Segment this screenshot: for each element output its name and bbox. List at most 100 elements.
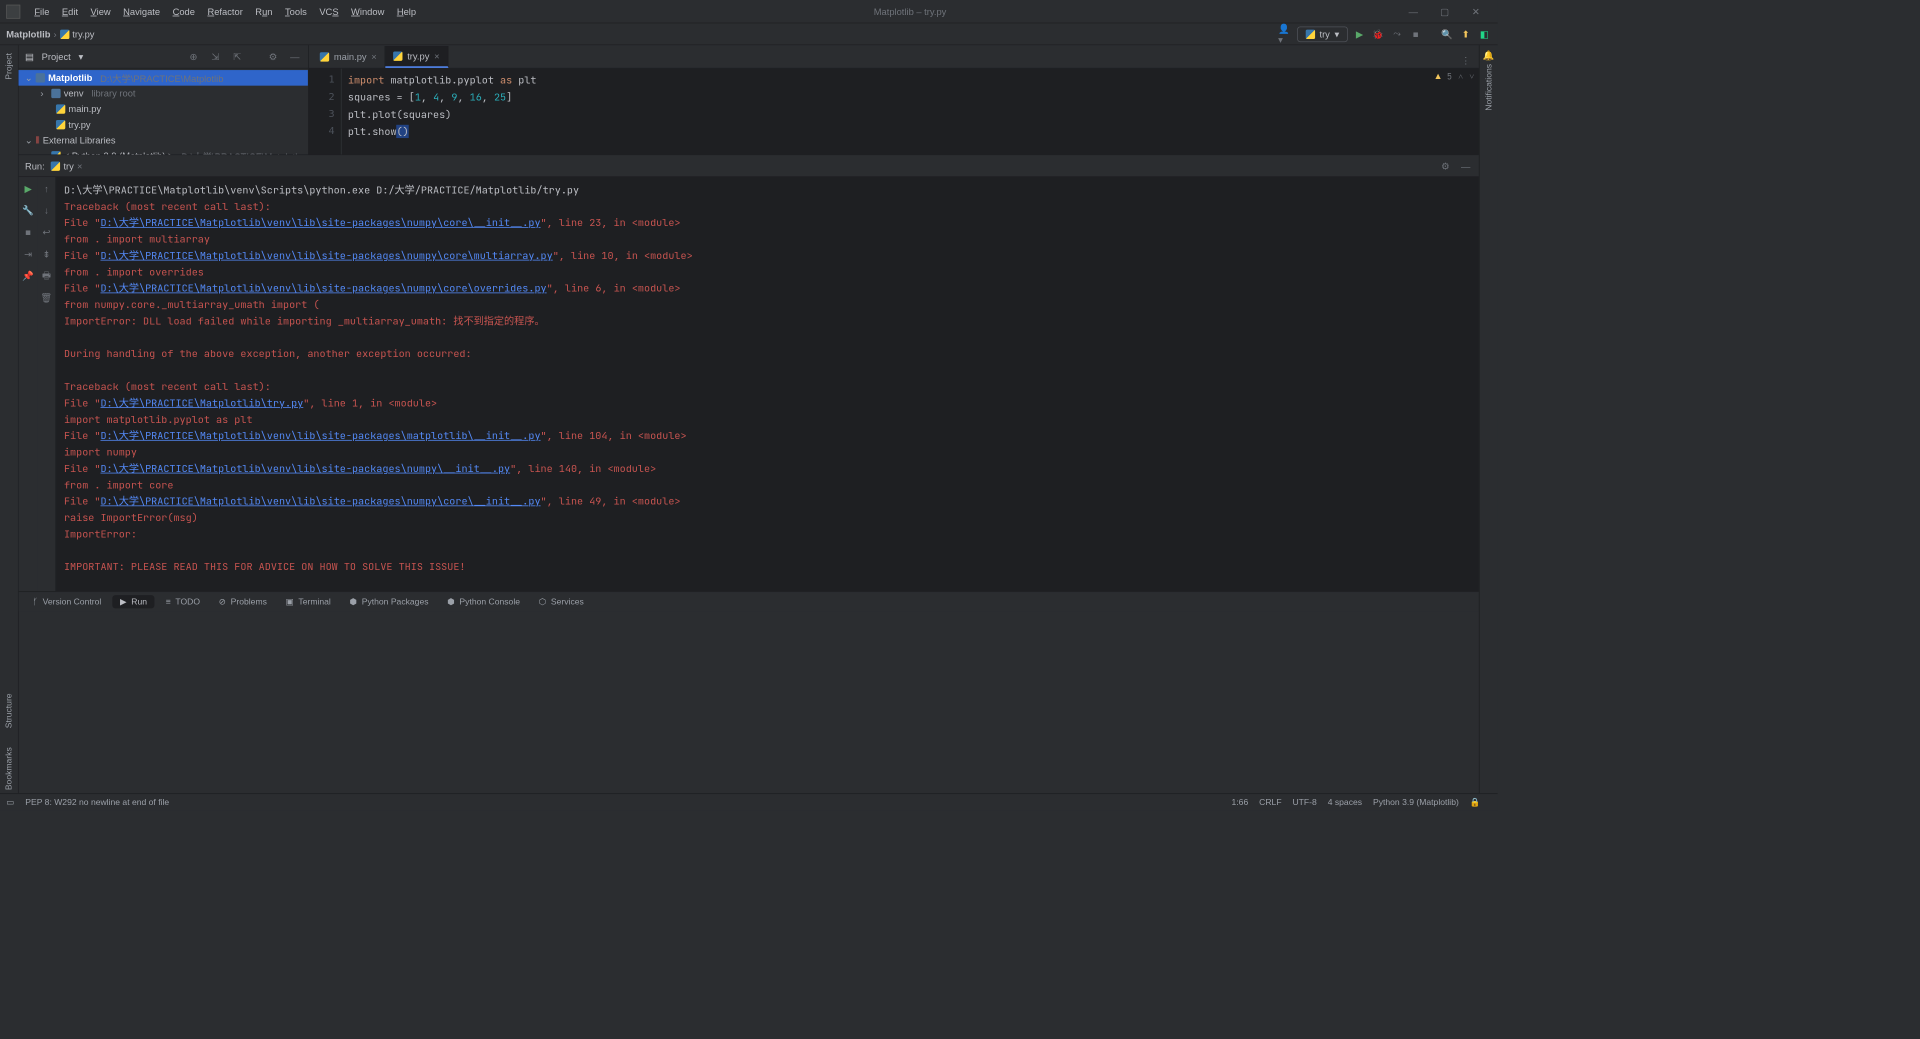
exit-icon[interactable]: ⇥ xyxy=(21,247,35,261)
tooltab-problems[interactable]: ⊘Problems xyxy=(211,595,275,608)
bookmarks-tool-button[interactable]: Bookmarks xyxy=(4,744,13,793)
tree-root-path: D:\大学\PRACTICE\Matplotlib xyxy=(100,71,223,84)
file-link[interactable]: D:\大学\PRACTICE\Matplotlib\venv\lib\site-… xyxy=(100,249,552,262)
tooltab-services[interactable]: ⬡Services xyxy=(531,595,592,608)
rerun-icon[interactable]: ▶ xyxy=(21,182,35,196)
file-link[interactable]: D:\大学\PRACTICE\Matplotlib\venv\lib\site-… xyxy=(100,216,540,229)
tooltab-terminal[interactable]: ▣Terminal xyxy=(278,595,339,608)
run-config-label: try xyxy=(1319,28,1329,39)
tooltab-todo[interactable]: ≡TODO xyxy=(158,596,208,608)
scroll-end-icon[interactable]: ⇟ xyxy=(39,247,53,261)
project-tool-button[interactable]: Project xyxy=(4,50,13,83)
notifications-tool-button[interactable]: Notifications xyxy=(1484,61,1493,114)
ide-updates-icon[interactable]: ⬆ xyxy=(1459,27,1473,41)
debug-button[interactable]: 🐞 xyxy=(1371,27,1385,41)
hide-icon[interactable]: — xyxy=(288,50,302,64)
interpreter[interactable]: Python 3.9 (Matplotlib) xyxy=(1373,798,1459,807)
run-config-selector[interactable]: try ▾ xyxy=(1297,26,1348,42)
code-editor[interactable]: ▲5 ˄ ˅ 1 2 3 4 import matplotlib.pyplot … xyxy=(309,69,1479,155)
user-icon[interactable]: 👤▾ xyxy=(1278,27,1292,41)
close-button[interactable]: ✕ xyxy=(1460,0,1491,23)
project-tree[interactable]: ⌄ Matplotlib D:\大学\PRACTICE\Matplotlib ›… xyxy=(19,69,308,155)
lock-icon[interactable]: 🔒 xyxy=(1470,797,1481,807)
code-with-me-icon[interactable]: ◧ xyxy=(1477,27,1491,41)
search-icon[interactable]: 🔍 xyxy=(1440,27,1454,41)
editor-more-icon[interactable]: ⋮ xyxy=(1459,54,1473,68)
gear-icon[interactable]: ⚙ xyxy=(1438,159,1452,173)
play-icon: ▶ xyxy=(120,597,127,607)
stop-button[interactable]: ■ xyxy=(1409,27,1423,41)
run-config-tab[interactable]: try× xyxy=(51,160,82,171)
pin-icon[interactable]: 📌 xyxy=(21,269,35,283)
breadcrumb-file[interactable]: try.py xyxy=(60,28,95,39)
editor-tab-try[interactable]: try.py× xyxy=(385,46,448,68)
cursor-position[interactable]: 1:66 xyxy=(1232,798,1249,807)
file-link[interactable]: D:\大学\PRACTICE\Matplotlib\venv\lib\site-… xyxy=(100,282,546,295)
encoding[interactable]: UTF-8 xyxy=(1292,798,1316,807)
menu-vcs[interactable]: VCS xyxy=(313,3,345,20)
collapse-all-icon[interactable]: ⇱ xyxy=(230,50,244,64)
chevron-down-icon[interactable]: ▾ xyxy=(79,51,84,62)
console-line: raise ImportError(msg) xyxy=(64,509,1471,525)
menu-help[interactable]: Help xyxy=(391,3,423,20)
menu-file[interactable]: File xyxy=(28,3,56,20)
down-icon[interactable]: ↓ xyxy=(39,204,53,218)
trash-icon[interactable]: 🗑 xyxy=(39,291,53,305)
tree-main-py[interactable]: main.py xyxy=(19,101,308,117)
code-content[interactable]: import matplotlib.pyplot as pltsquares =… xyxy=(342,69,1479,155)
console-output[interactable]: D:\大学\PRACTICE\Matplotlib\venv\Scripts\p… xyxy=(56,177,1479,591)
console-line: from numpy.core._multiarray_umath import… xyxy=(64,296,1471,312)
file-link[interactable]: D:\大学\PRACTICE\Matplotlib\try.py xyxy=(100,396,303,409)
chevron-down-icon[interactable]: ˅ xyxy=(1469,72,1474,83)
tree-root[interactable]: ⌄ Matplotlib D:\大学\PRACTICE\Matplotlib xyxy=(19,70,308,86)
warning-icon[interactable]: ▲ xyxy=(1435,72,1440,83)
file-link[interactable]: D:\大学\PRACTICE\Matplotlib\venv\lib\site-… xyxy=(100,429,540,442)
close-icon[interactable]: × xyxy=(371,51,376,62)
tooltab-pyconsole[interactable]: ⬢Python Console xyxy=(439,595,527,608)
run-button[interactable]: ▶ xyxy=(1353,27,1367,41)
bc-file-label: try.py xyxy=(72,28,94,39)
tooltab-run[interactable]: ▶Run xyxy=(112,595,155,608)
breadcrumb-project[interactable]: Matplotlib xyxy=(6,28,50,39)
file-link[interactable]: D:\大学\PRACTICE\Matplotlib\venv\lib\site-… xyxy=(100,462,510,475)
python-icon: ⬢ xyxy=(447,597,454,607)
menu-edit[interactable]: Edit xyxy=(56,3,85,20)
maximize-button[interactable]: ▢ xyxy=(1429,0,1460,23)
tree-external-libs[interactable]: ⌄ ⫴ External Libraries xyxy=(19,133,308,149)
print-icon[interactable]: 🖶 xyxy=(39,269,53,283)
menu-window[interactable]: Window xyxy=(345,3,391,20)
menu-view[interactable]: View xyxy=(84,3,117,20)
coverage-button[interactable]: ⤳ xyxy=(1390,27,1404,41)
bottom-tool-tabs: ᚶVersion Control ▶Run ≡TODO ⊘Problems ▣T… xyxy=(19,591,1479,611)
line-ending[interactable]: CRLF xyxy=(1259,798,1281,807)
stop-icon[interactable]: ■ xyxy=(21,225,35,239)
line-number: 1 xyxy=(309,72,335,89)
wrench-icon[interactable]: 🔧 xyxy=(21,204,35,218)
close-icon[interactable]: × xyxy=(434,51,439,62)
menu-tools[interactable]: Tools xyxy=(279,3,313,20)
soft-wrap-icon[interactable]: ↩ xyxy=(39,225,53,239)
tree-venv[interactable]: › venv library root xyxy=(19,86,308,102)
menu-navigate[interactable]: Navigate xyxy=(117,3,166,20)
indent[interactable]: 4 spaces xyxy=(1328,798,1362,807)
gear-icon[interactable]: ⚙ xyxy=(266,50,280,64)
close-icon[interactable]: × xyxy=(77,160,82,171)
minimize-button[interactable]: — xyxy=(1398,0,1429,23)
menu-refactor[interactable]: Refactor xyxy=(201,3,249,20)
tooltab-vcs[interactable]: ᚶVersion Control xyxy=(25,596,109,608)
up-icon[interactable]: ↑ xyxy=(39,182,53,196)
hide-icon[interactable]: — xyxy=(1459,159,1473,173)
file-link[interactable]: D:\大学\PRACTICE\Matplotlib\venv\lib\site-… xyxy=(100,495,540,508)
problems-icon: ⊘ xyxy=(219,597,226,607)
tooltab-pypackages[interactable]: ⬢Python Packages xyxy=(342,595,437,608)
notifications-icon[interactable]: 🔔 xyxy=(1483,50,1495,61)
chevron-up-icon[interactable]: ˄ xyxy=(1458,72,1463,83)
structure-tool-button[interactable]: Structure xyxy=(4,691,13,732)
select-open-file-icon[interactable]: ⊕ xyxy=(186,50,200,64)
menu-code[interactable]: Code xyxy=(166,3,201,20)
tree-try-py[interactable]: try.py xyxy=(19,117,308,133)
menu-run[interactable]: Run xyxy=(249,3,279,20)
python-icon xyxy=(1305,29,1314,38)
editor-tab-main[interactable]: main.py× xyxy=(312,46,385,68)
expand-all-icon[interactable]: ⇲ xyxy=(208,50,222,64)
